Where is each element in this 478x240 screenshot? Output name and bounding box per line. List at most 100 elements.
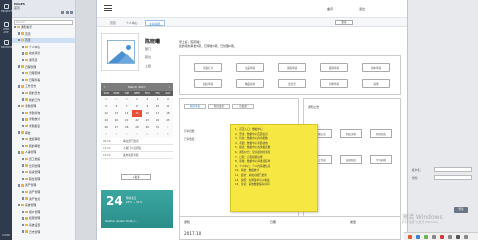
calendar-day[interactable]: 6 — [142, 131, 152, 138]
calendar-day[interactable]: 1 — [132, 96, 142, 103]
app-icon[interactable] — [424, 235, 428, 239]
tree-item[interactable]: 考勤管理 — [12, 104, 75, 109]
tree-item[interactable]: 系统设置 — [12, 223, 75, 228]
calendar-day[interactable]: 16 — [142, 110, 152, 117]
expand-toggle-icon[interactable] — [18, 32, 21, 35]
expand-toggle-icon[interactable] — [18, 65, 21, 68]
expand-toggle-icon[interactable] — [14, 25, 17, 29]
calendar-day[interactable]: 20 — [111, 117, 121, 124]
calendar-day[interactable]: 9 — [142, 103, 152, 110]
expand-toggle-icon[interactable] — [18, 203, 21, 207]
quick-action-button[interactable]: 加班申请 — [194, 79, 222, 88]
calendar-day[interactable]: 10 — [152, 103, 162, 110]
quick-action-button[interactable]: 出差申请 — [236, 63, 264, 72]
app-icon[interactable] — [416, 235, 420, 239]
announcement-category-button[interactable]: 制度流程 — [340, 129, 362, 138]
tree-item[interactable]: 资产管理 — [12, 183, 75, 188]
calendar-more-button[interactable]: +更多 — [121, 174, 151, 180]
quick-action-button[interactable]: 报销申请 — [320, 63, 348, 72]
tree-item[interactable]: 日程管理 — [12, 65, 75, 70]
calendar-day[interactable]: 7 — [152, 131, 162, 138]
tree-item[interactable]: 首页 — [12, 32, 75, 37]
tree-item[interactable]: 人事管理 — [12, 150, 75, 155]
tab-home[interactable]: 首页 — [107, 20, 119, 26]
quick-action-button[interactable]: 请假申请 — [278, 63, 306, 72]
quick-action-button[interactable]: 其他 — [362, 79, 390, 88]
calendar-day[interactable]: 14 — [122, 110, 132, 117]
tab-processed[interactable]: 已处理 — [232, 104, 254, 109]
tree-item[interactable]: 用户管理 — [12, 210, 75, 215]
calendar-day[interactable]: 13 — [111, 110, 121, 117]
app-icon[interactable] — [456, 235, 460, 239]
calendar-day[interactable]: 29 — [132, 124, 142, 131]
expand-toggle-icon[interactable] — [18, 131, 21, 134]
login-button[interactable]: 登录 — [454, 207, 468, 213]
calendar-event[interactable]: 16:00 发布项目考核 — [101, 153, 173, 159]
app-icon[interactable] — [408, 235, 412, 239]
calendar-day[interactable]: 28 — [122, 96, 132, 103]
calendar-day[interactable]: 2 — [142, 96, 152, 103]
rail-item-browse[interactable]: BROWSE — [1, 40, 12, 49]
new-folder-icon[interactable] — [65, 11, 69, 14]
calendar-day[interactable]: 25 — [163, 117, 173, 124]
tree-item[interactable]: 工作日志 — [12, 84, 75, 89]
calendar-day[interactable]: 4 — [163, 96, 173, 103]
tree-item[interactable]: 日程安排 — [12, 71, 75, 76]
tree-item[interactable]: 资产盘点 — [12, 197, 75, 202]
current-user[interactable]: 曲问 — [327, 7, 333, 11]
calendar-day[interactable]: 3 — [111, 131, 121, 138]
calendar-day[interactable]: 24 — [152, 117, 162, 124]
calendar-day[interactable]: 4 — [122, 131, 132, 138]
calendar-prev-icon[interactable]: ‹ — [104, 83, 105, 91]
calendar-day[interactable]: 8 — [132, 103, 142, 110]
calendar-event[interactable]: 14:00 人资门人员研究 — [101, 146, 173, 152]
sticky-note[interactable]: 1、首页入口：数据中心 2、登录：数据中心页面信息 3、待办：数据中心的审批数 4、考… — [230, 124, 318, 212]
calendar-day[interactable]: 21 — [122, 117, 132, 124]
calendar-day[interactable]: 27 — [111, 124, 121, 131]
tree-item[interactable]: 动态消息 — [12, 51, 75, 56]
expand-toggle-icon[interactable] — [18, 151, 21, 154]
calendar-day[interactable]: 7 — [122, 103, 132, 110]
tree-item[interactable]: 我的审批 — [12, 144, 75, 149]
quick-action-button[interactable]: 考勤打卡 — [194, 63, 222, 72]
expand-toggle-icon[interactable] — [18, 38, 21, 42]
app-icon[interactable] — [432, 235, 436, 239]
tree-item[interactable]: 合同管理 — [12, 164, 75, 169]
column-header-notice[interactable]: 通知 — [184, 220, 190, 224]
calendar-day[interactable]: 22 — [132, 117, 142, 124]
calendar-day[interactable]: 30 — [142, 124, 152, 131]
tree-item[interactable]: 我的工作 — [12, 98, 75, 103]
quick-action-button[interactable]: 物品领用 — [236, 79, 264, 88]
calendar-next-icon[interactable]: › — [169, 83, 170, 91]
calendar-day[interactable]: 3 — [152, 96, 162, 103]
new-file-icon[interactable] — [61, 11, 64, 14]
announcement-category-button[interactable]: 新闻动态 — [370, 129, 392, 138]
tab-messages[interactable]: 主动消息 — [145, 20, 165, 26]
tree-item[interactable]: 首页 — [12, 38, 75, 43]
calendar-day[interactable]: 5 — [101, 103, 111, 110]
calendar-day[interactable]: 18 — [163, 110, 173, 117]
calendar-day[interactable]: 2 — [101, 131, 111, 138]
account-input[interactable] — [434, 167, 472, 172]
password-input[interactable] — [434, 175, 472, 180]
calendar-today[interactable]: 15 — [131, 110, 143, 117]
calendar-day[interactable]: 31 — [152, 124, 162, 131]
quick-action-button[interactable]: 用车申请 — [362, 63, 390, 72]
tree-item[interactable]: 个人中心 — [12, 45, 75, 50]
tree-item[interactable]: 发起审批 — [12, 137, 75, 142]
quick-action-button[interactable]: 会议室 — [278, 79, 306, 88]
rail-item-webapp[interactable]: WEB APP — [1, 22, 11, 34]
tree-item[interactable]: 资产管理 — [12, 190, 75, 195]
hamburger-menu-icon[interactable] — [104, 5, 112, 12]
tree-item[interactable]: 考勤报表 — [12, 124, 75, 129]
tree-item[interactable]: 系统管理 — [12, 203, 75, 208]
calendar-day[interactable]: 11 — [163, 103, 173, 110]
calendar-day[interactable]: 17 — [152, 110, 162, 117]
tree-item[interactable]: 权限管理 — [12, 216, 75, 221]
tree-item[interactable]: 考勤统计 — [12, 117, 75, 122]
calendar-day[interactable]: 5 — [132, 131, 142, 138]
app-icon[interactable] — [464, 235, 468, 239]
calendar-event[interactable]: 09:00 事业部门会议 — [101, 139, 173, 145]
column-header-date[interactable]: 日期 — [270, 220, 276, 224]
tree-item[interactable]: 员工档案 — [12, 157, 75, 162]
